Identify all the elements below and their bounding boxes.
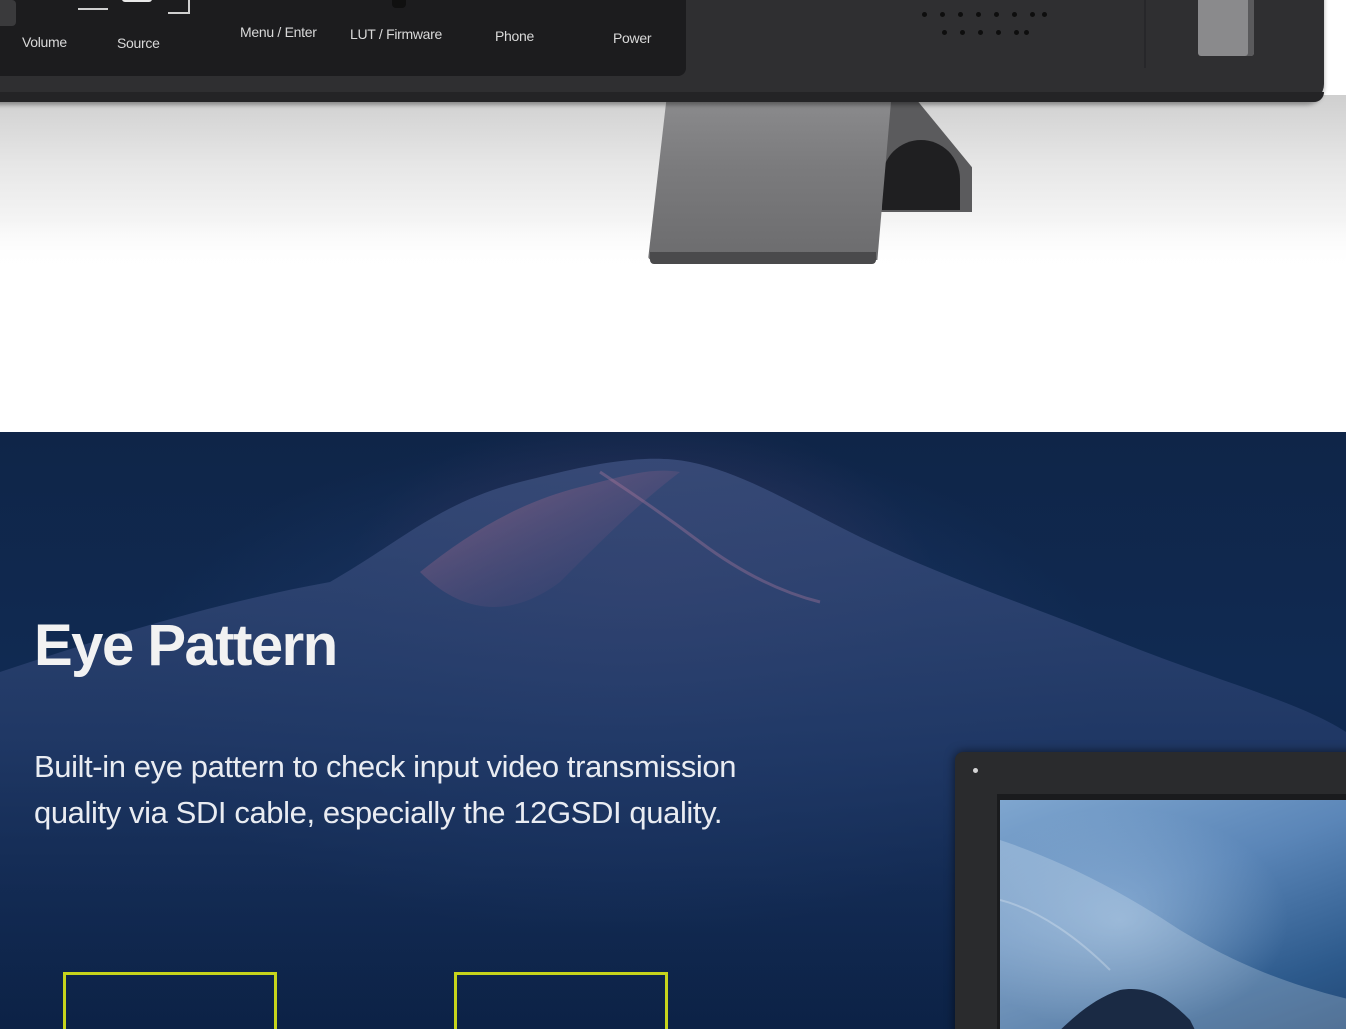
- monitor-side-port: [1198, 0, 1254, 56]
- speaker-grille: [920, 8, 1050, 42]
- monitor-preview: [955, 752, 1346, 1029]
- source-icon: [122, 0, 152, 2]
- volume-down-button: [0, 0, 16, 26]
- eye-pattern-frame-left: [63, 972, 277, 1029]
- lut-button: [392, 0, 406, 8]
- monitor-stand: [648, 90, 892, 260]
- phone-label: Phone: [495, 28, 534, 44]
- eye-pattern-section: Eye Pattern Built-in eye pattern to chec…: [0, 432, 1346, 1029]
- screen-mountain-image: [1000, 840, 1346, 1029]
- section-description: Built-in eye pattern to check input vide…: [34, 749, 737, 830]
- control-panel: Volume Source Menu / Enter LUT / Firmwar…: [0, 0, 686, 76]
- eye-pattern-frame-right: [454, 972, 668, 1029]
- monitor-side-divider: [1144, 0, 1146, 68]
- section-title: Eye Pattern: [34, 613, 338, 678]
- monitor-stand-arch: [882, 140, 960, 210]
- power-label: Power: [613, 30, 652, 46]
- source-label: Source: [117, 35, 160, 51]
- product-hero-image: Volume Source Menu / Enter LUT / Firmwar…: [0, 0, 1346, 432]
- monitor-indicator-light: [973, 768, 978, 773]
- connector-line: [188, 0, 190, 14]
- monitor-stand-base: [650, 252, 876, 264]
- lut-firmware-label: LUT / Firmware: [350, 26, 442, 42]
- volume-label: Volume: [22, 34, 67, 50]
- connector-line: [168, 12, 190, 14]
- connector-line: [78, 8, 108, 10]
- menu-enter-label: Menu / Enter: [240, 24, 317, 40]
